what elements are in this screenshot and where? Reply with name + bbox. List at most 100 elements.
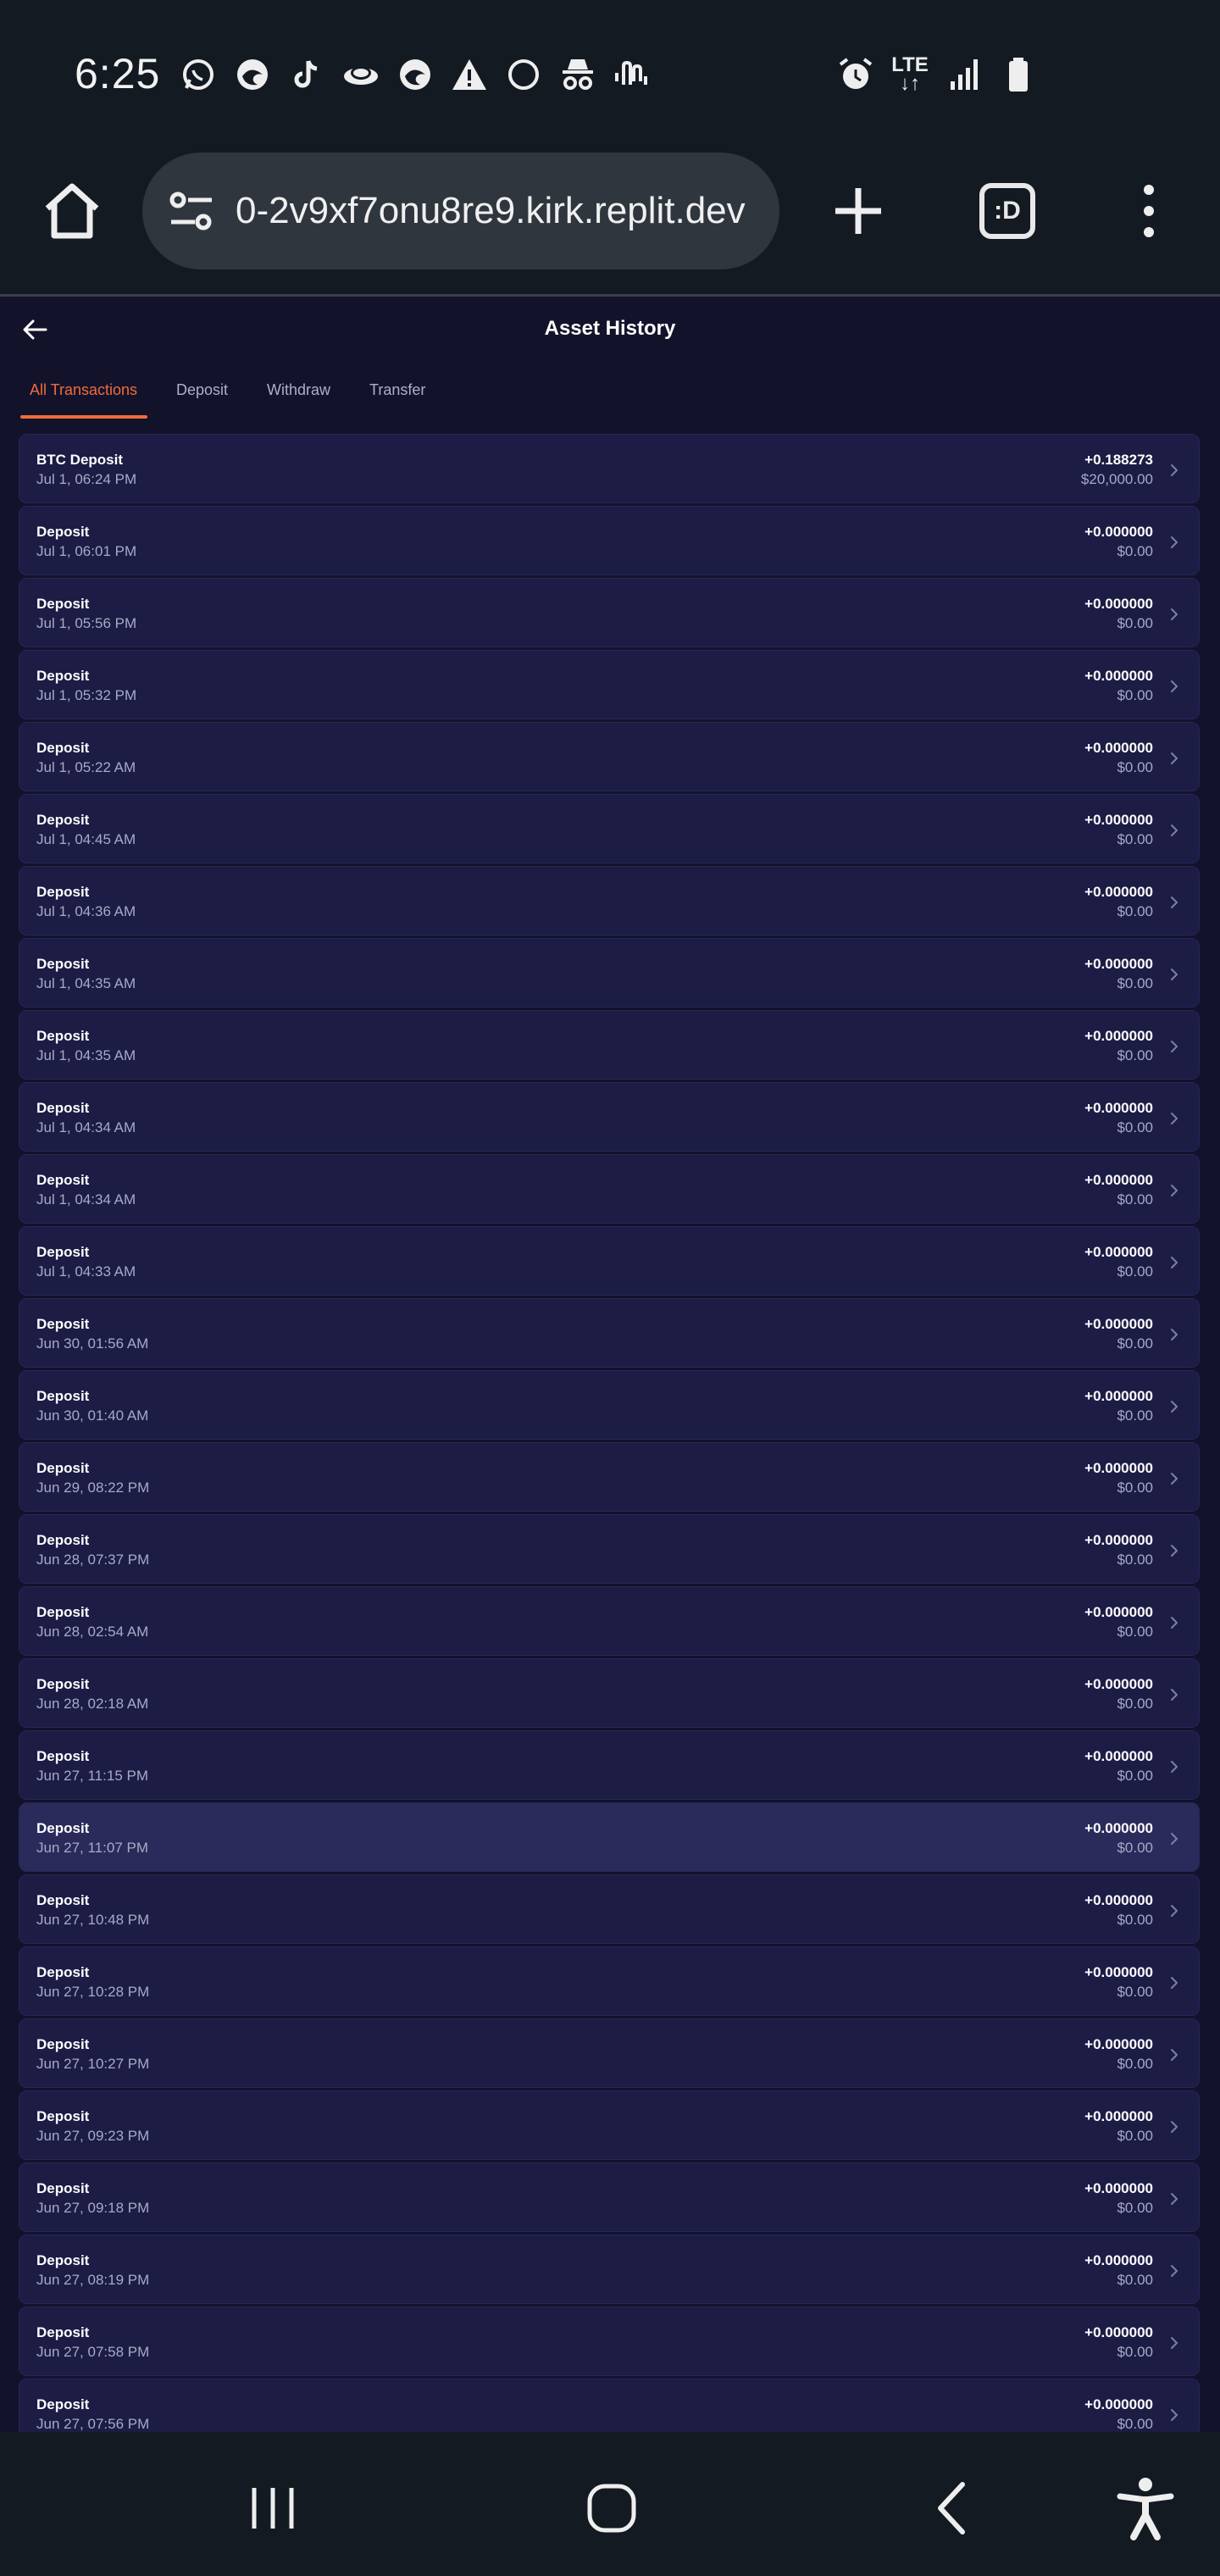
transaction-row[interactable]: Deposit Jul 1, 05:32 PM +0.000000 $0.00 — [19, 650, 1200, 719]
new-tab-button[interactable] — [830, 183, 886, 239]
transaction-row[interactable]: Deposit Jun 28, 07:37 PM +0.000000 $0.00 — [19, 1514, 1200, 1584]
tab-transfer[interactable]: Transfer — [369, 381, 425, 419]
address-bar[interactable]: 0-2v9xf7onu8re9.kirk.replit.dev — [142, 153, 779, 269]
transaction-row[interactable]: Deposit Jul 1, 04:35 AM +0.000000 $0.00 — [19, 938, 1200, 1008]
transaction-row[interactable]: Deposit Jun 30, 01:40 AM +0.000000 $0.00 — [19, 1370, 1200, 1440]
transaction-row[interactable]: Deposit Jul 1, 04:35 AM +0.000000 $0.00 — [19, 1010, 1200, 1080]
transaction-date: Jun 30, 01:56 AM — [36, 1335, 149, 1352]
chevron-right-icon — [1171, 969, 1178, 980]
page-header: Asset History — [0, 297, 1220, 356]
transaction-title: Deposit — [36, 1388, 90, 1404]
transaction-title: Deposit — [36, 2396, 90, 2412]
transaction-row[interactable]: Deposit Jul 1, 06:01 PM +0.000000 $0.00 — [19, 506, 1200, 575]
transaction-date: Jun 27, 10:48 PM — [36, 1912, 150, 1928]
chevron-right-icon — [1171, 1473, 1178, 1485]
transaction-row[interactable]: Deposit Jun 27, 10:48 PM +0.000000 $0.00 — [19, 1874, 1200, 1944]
tab-deposit[interactable]: Deposit — [176, 381, 228, 419]
transaction-title: Deposit — [36, 1100, 90, 1116]
transaction-row[interactable]: Deposit Jun 27, 08:19 PM +0.000000 $0.00 — [19, 2235, 1200, 2304]
incognito-icon — [559, 56, 596, 93]
transaction-usd-value: $0.00 — [1117, 975, 1153, 991]
transaction-usd-value: $0.00 — [1117, 831, 1153, 847]
home-nav-button[interactable] — [578, 2474, 646, 2542]
transaction-row[interactable]: Deposit Jun 29, 08:22 PM +0.000000 $0.00 — [19, 1442, 1200, 1512]
transaction-date: Jun 27, 07:56 PM — [36, 2416, 150, 2432]
more-vert-icon — [1144, 185, 1154, 237]
home-circle-icon — [587, 2484, 636, 2533]
transaction-date: Jun 27, 09:23 PM — [36, 2128, 150, 2144]
transaction-row[interactable]: Deposit Jul 1, 05:22 AM +0.000000 $0.00 — [19, 722, 1200, 791]
transaction-row[interactable]: Deposit Jun 30, 01:56 AM +0.000000 $0.00 — [19, 1298, 1200, 1368]
transaction-row[interactable]: Deposit Jul 1, 04:36 AM +0.000000 $0.00 — [19, 866, 1200, 935]
tab-withdraw[interactable]: Withdraw — [267, 381, 330, 419]
transaction-title: Deposit — [36, 668, 90, 684]
transaction-title: Deposit — [36, 1172, 90, 1188]
transaction-amount: +0.000000 — [1084, 1244, 1153, 1260]
transaction-list: BTC Deposit Jul 1, 06:24 PM +0.188273 $20,0… — [19, 434, 1200, 2451]
transaction-amount: +0.000000 — [1084, 668, 1153, 684]
transaction-usd-value: $0.00 — [1117, 2344, 1153, 2360]
transaction-row[interactable]: Deposit Jun 27, 10:28 PM +0.000000 $0.00 — [19, 1946, 1200, 2016]
transaction-amount: +0.000000 — [1084, 1172, 1153, 1188]
transaction-title: Deposit — [36, 884, 90, 900]
transaction-row[interactable]: Deposit Jul 1, 04:45 AM +0.000000 $0.00 — [19, 794, 1200, 863]
transaction-title: Deposit — [36, 1676, 90, 1692]
transaction-title: Deposit — [36, 740, 90, 756]
transaction-row[interactable]: Deposit Jul 1, 04:33 AM +0.000000 $0.00 — [19, 1226, 1200, 1296]
accessibility-button[interactable] — [1112, 2474, 1179, 2542]
site-settings-icon[interactable] — [166, 186, 217, 236]
transaction-usd-value: $0.00 — [1117, 2056, 1153, 2072]
transaction-row[interactable]: Deposit Jul 1, 04:34 AM +0.000000 $0.00 — [19, 1154, 1200, 1224]
transaction-row[interactable]: Deposit Jun 27, 11:15 PM +0.000000 $0.00 — [19, 1730, 1200, 1800]
chevron-right-icon — [1171, 2121, 1178, 2133]
transaction-usd-value: $0.00 — [1117, 2272, 1153, 2288]
transaction-row[interactable]: Deposit Jun 27, 07:58 PM +0.000000 $0.00 — [19, 2307, 1200, 2376]
chevron-right-icon — [1171, 1545, 1178, 1557]
chevron-right-icon — [1171, 2193, 1178, 2205]
home-button[interactable] — [41, 180, 103, 242]
transaction-row[interactable]: Deposit Jul 1, 04:34 AM +0.000000 $0.00 — [19, 1082, 1200, 1152]
transaction-date: Jun 27, 11:15 PM — [36, 1768, 148, 1784]
transaction-usd-value: $0.00 — [1117, 1552, 1153, 1568]
transaction-row[interactable]: Deposit Jun 27, 09:23 PM +0.000000 $0.00 — [19, 2090, 1200, 2160]
chevron-right-icon — [1171, 1761, 1178, 1773]
transaction-usd-value: $0.00 — [1117, 1047, 1153, 1063]
transaction-row[interactable]: Deposit Jun 27, 11:07 PM +0.000000 $0.00 — [19, 1802, 1200, 1872]
transaction-usd-value: $0.00 — [1117, 543, 1153, 559]
transaction-title: Deposit — [36, 1460, 90, 1476]
recent-apps-button[interactable] — [239, 2474, 307, 2542]
transaction-title: Deposit — [36, 1244, 90, 1260]
transaction-amount: +0.000000 — [1084, 1316, 1153, 1332]
transaction-amount: +0.000000 — [1084, 524, 1153, 540]
transaction-row[interactable]: Deposit Jun 28, 02:18 AM +0.000000 $0.00 — [19, 1658, 1200, 1728]
transaction-row[interactable]: Deposit Jul 1, 05:56 PM +0.000000 $0.00 — [19, 578, 1200, 647]
tab-switcher-button[interactable]: :D — [979, 183, 1035, 239]
transaction-row[interactable]: Deposit Jun 27, 10:27 PM +0.000000 $0.00 — [19, 2018, 1200, 2088]
browser-menu-button[interactable] — [1132, 181, 1166, 241]
chevron-right-icon — [1171, 1617, 1178, 1629]
status-time: 6:25 — [75, 50, 161, 97]
transaction-date: Jun 30, 01:40 AM — [36, 1407, 149, 1424]
active-tab-indicator — [20, 415, 147, 419]
chevron-right-icon — [1171, 1185, 1178, 1196]
transaction-amount: +0.000000 — [1084, 2108, 1153, 2124]
transaction-amount: +0.000000 — [1084, 1460, 1153, 1476]
transaction-row[interactable]: Deposit Jun 27, 09:18 PM +0.000000 $0.00 — [19, 2162, 1200, 2232]
transaction-usd-value: $0.00 — [1117, 1912, 1153, 1928]
url-text[interactable]: 0-2v9xf7onu8re9.kirk.replit.dev — [236, 190, 761, 232]
transaction-title: Deposit — [36, 524, 90, 540]
transaction-amount: +0.000000 — [1084, 1892, 1153, 1908]
tab-all-transactions[interactable]: All Transactions — [30, 381, 137, 419]
transaction-row[interactable]: BTC Deposit Jul 1, 06:24 PM +0.188273 $20,0… — [19, 434, 1200, 503]
transaction-usd-value: $0.00 — [1117, 2200, 1153, 2216]
chevron-right-icon — [1171, 897, 1178, 908]
transaction-date: Jun 27, 10:27 PM — [36, 2056, 150, 2072]
transaction-usd-value: $0.00 — [1117, 1407, 1153, 1424]
transaction-date: Jul 1, 06:24 PM — [36, 471, 137, 487]
transaction-title: Deposit — [36, 1964, 90, 1980]
transaction-title: Deposit — [36, 2180, 90, 2196]
transaction-row[interactable]: Deposit Jun 28, 02:54 AM +0.000000 $0.00 — [19, 1586, 1200, 1656]
transaction-date: Jun 27, 07:58 PM — [36, 2344, 150, 2360]
back-nav-button[interactable] — [920, 2474, 988, 2542]
chevron-right-icon — [1171, 1041, 1178, 1052]
